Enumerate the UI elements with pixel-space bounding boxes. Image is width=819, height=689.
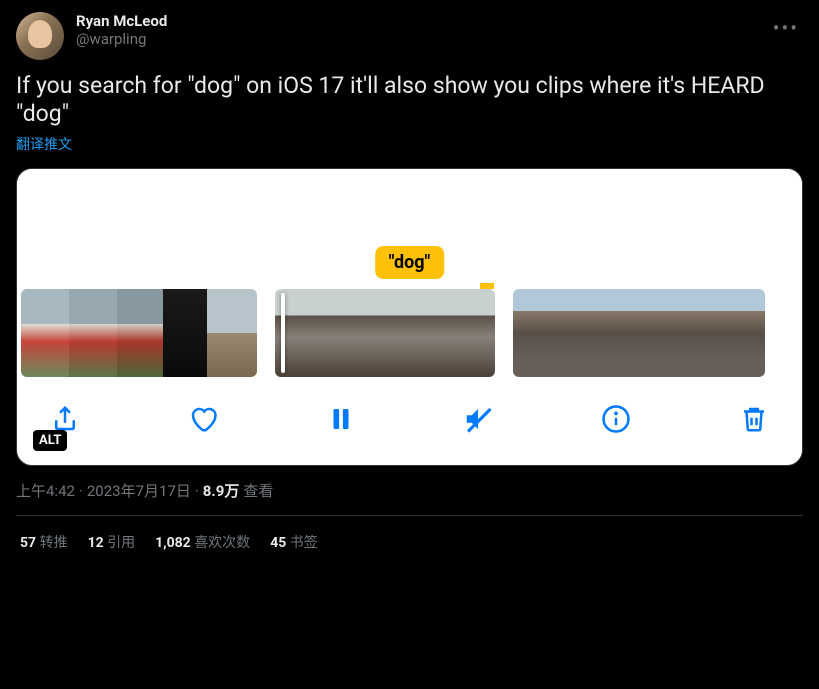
video-timeline[interactable] [17, 289, 802, 381]
tweet-container: Ryan McLeod @warpling ••• If you search … [0, 0, 819, 580]
bookmarks-stat[interactable]: 45 书签 [270, 532, 318, 552]
alt-badge[interactable]: ALT [33, 430, 67, 451]
tweet-stats: 57 转推 12 引用 1,082 喜欢次数 45 书签 [16, 516, 803, 568]
clip-thumbnail [597, 289, 639, 377]
playhead[interactable] [281, 293, 285, 373]
views-count: 8.9万 [203, 480, 240, 501]
tweet-text: If you search for "dog" on iOS 17 it'll … [16, 72, 803, 128]
user-info: Ryan McLeod @warpling [76, 12, 167, 48]
search-result-label: "dog" [375, 246, 445, 279]
clip-thumbnail [639, 289, 681, 377]
clip-thumbnail [330, 289, 385, 377]
quotes-stat[interactable]: 12 引用 [88, 532, 136, 552]
tweet-meta: 上午4:42 · 2023年7月17日 · 8.9万 查看 [16, 480, 803, 501]
clip-thumbnail [723, 289, 765, 377]
clip-group-1[interactable] [21, 289, 257, 377]
clip-thumbnail [513, 289, 555, 377]
clip-group-2[interactable] [275, 289, 495, 377]
pause-icon[interactable] [321, 399, 361, 439]
clip-thumbnail [21, 289, 69, 377]
clip-thumbnail [440, 289, 495, 377]
clip-thumbnail [555, 289, 597, 377]
likes-stat[interactable]: 1,082 喜欢次数 [155, 532, 250, 552]
clip-thumbnail [163, 289, 207, 377]
clip-thumbnail [681, 289, 723, 377]
tweet-time[interactable]: 上午4:42 [16, 480, 75, 501]
more-icon[interactable]: ••• [769, 12, 803, 44]
trash-icon[interactable] [734, 399, 774, 439]
clip-thumbnail [385, 289, 440, 377]
clip-thumbnail [69, 289, 117, 377]
mute-icon[interactable] [458, 399, 498, 439]
media-top: "dog" [17, 169, 802, 289]
translate-link[interactable]: 翻译推文 [16, 134, 72, 154]
clip-thumbnail [207, 289, 257, 377]
user-handle[interactable]: @warpling [76, 30, 167, 48]
clip-thumbnail [117, 289, 163, 377]
avatar[interactable] [16, 12, 64, 60]
tweet-header: Ryan McLeod @warpling ••• [16, 12, 803, 60]
tweet-date[interactable]: 2023年7月17日 [87, 480, 191, 501]
heart-icon[interactable] [183, 399, 223, 439]
media-card[interactable]: "dog" [16, 168, 803, 466]
display-name[interactable]: Ryan McLeod [76, 12, 167, 30]
info-icon[interactable] [596, 399, 636, 439]
views-label: 查看 [243, 480, 273, 501]
clip-group-3[interactable] [513, 289, 765, 377]
retweets-stat[interactable]: 57 转推 [20, 532, 68, 552]
media-controls [17, 381, 802, 465]
